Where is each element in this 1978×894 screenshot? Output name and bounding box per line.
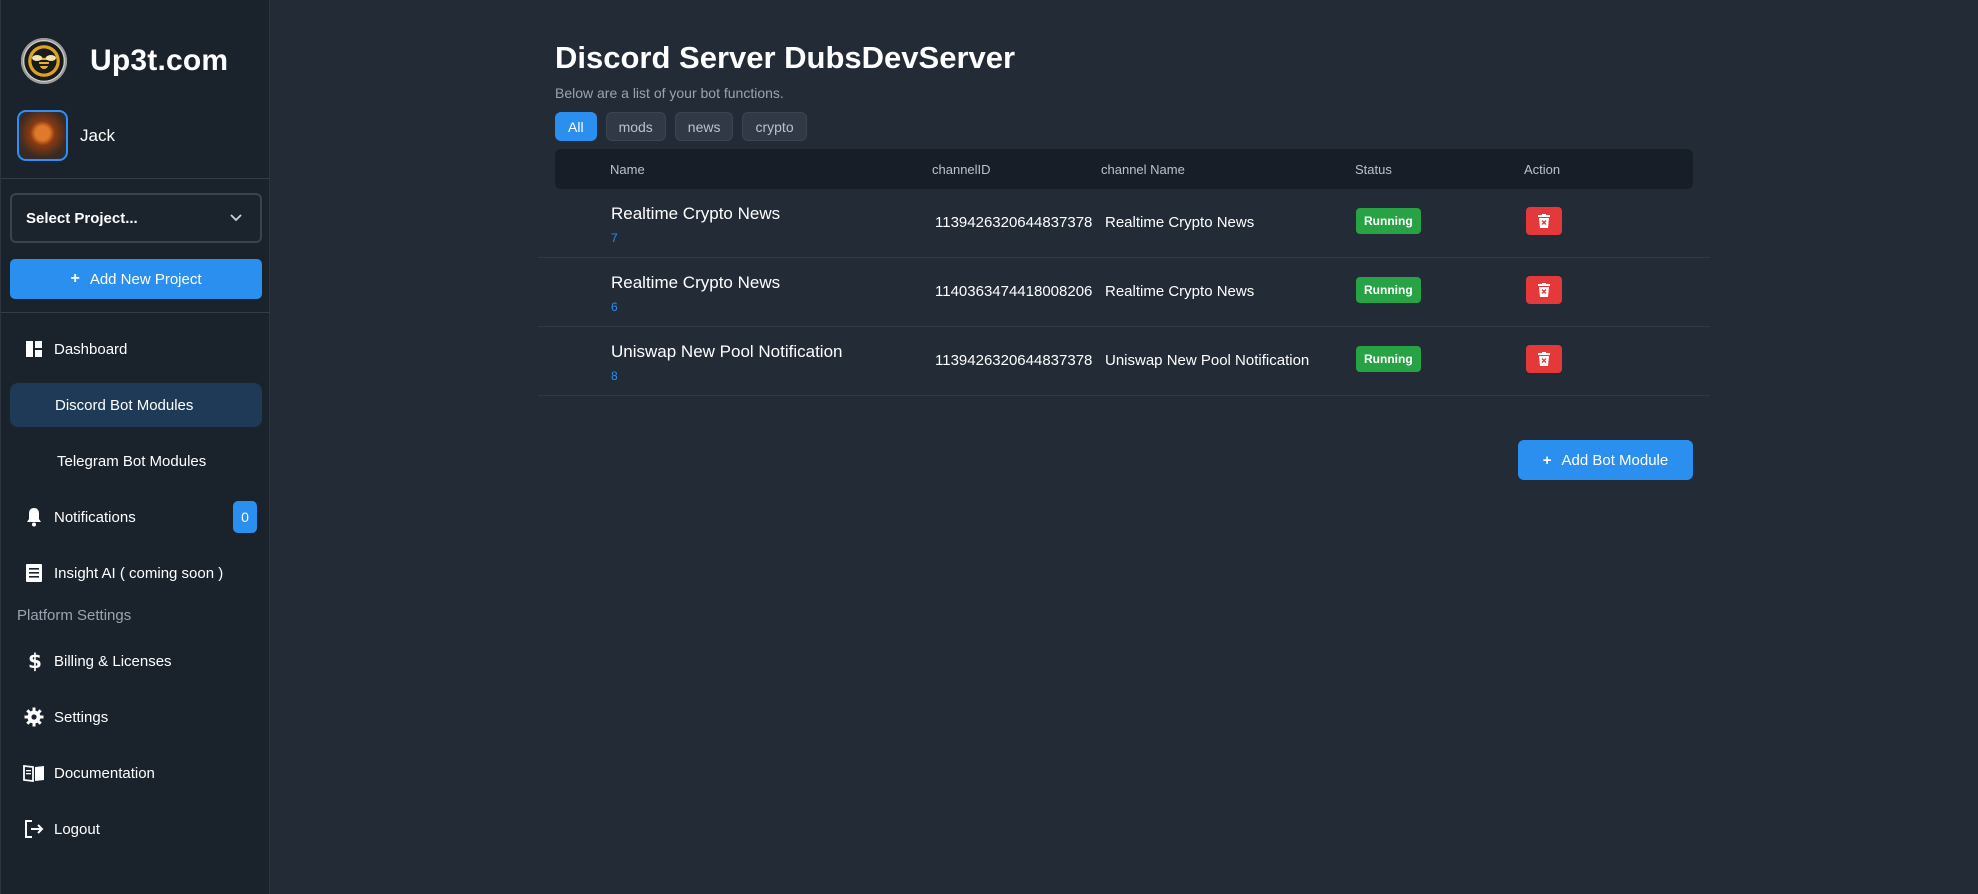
project-select[interactable]: Select Project... (10, 193, 262, 243)
add-new-project-button[interactable]: + Add New Project (10, 259, 262, 299)
delete-button[interactable] (1526, 276, 1562, 304)
sidebar-item-documentation[interactable]: Documentation (10, 751, 262, 795)
sidebar-item-label: Logout (54, 820, 100, 838)
sidebar-item-discord-bot-modules[interactable]: Discord Bot Modules (10, 383, 262, 427)
column-header-status: Status (1355, 162, 1392, 177)
channel-name: Uniswap New Pool Notification (1105, 352, 1310, 369)
divider (1, 312, 270, 313)
filter-crypto[interactable]: crypto (742, 112, 807, 141)
filter-all[interactable]: All (555, 112, 597, 141)
status-badge: Running (1356, 277, 1421, 303)
sidebar-item-label: Telegram Bot Modules (57, 452, 207, 470)
column-header-channel-id: channelID (932, 162, 991, 177)
sidebar-item-label: Billing & Licenses (54, 652, 172, 670)
trash-icon (1538, 214, 1550, 228)
module-name: Uniswap New Pool Notification (611, 342, 843, 361)
dollar-icon: $ (22, 650, 46, 672)
add-bot-module-button[interactable]: + Add Bot Module (1518, 440, 1693, 480)
table-header: Name channelID channel Name Status Actio… (555, 149, 1693, 189)
trash-icon (1538, 352, 1550, 366)
brand[interactable]: Up3t.com (21, 38, 228, 84)
sidebar-item-label: Dashboard (54, 340, 128, 358)
table-row[interactable]: Uniswap New Pool Notification 8 11394263… (538, 327, 1710, 396)
divider (1, 178, 270, 179)
add-bot-module-label: Add Bot Module (1561, 451, 1669, 469)
sidebar-item-label: Settings (54, 708, 109, 726)
sidebar-item-label: Insight AI ( coming soon ) (54, 564, 224, 582)
trash-icon (1538, 283, 1550, 297)
plus-icon: + (70, 270, 80, 287)
page-subtitle: Below are a list of your bot functions. (555, 85, 784, 101)
table-row[interactable]: Realtime Crypto News 7 11394263206448373… (538, 189, 1710, 258)
plus-icon: + (1542, 451, 1552, 469)
filter-news[interactable]: news (674, 112, 734, 141)
brand-name: Up3t.com (90, 44, 229, 77)
delete-button[interactable] (1526, 345, 1562, 373)
module-id: 8 (611, 369, 618, 383)
delete-button[interactable] (1526, 207, 1562, 235)
document-list-icon (22, 563, 46, 583)
user-profile[interactable]: Jack (17, 110, 115, 161)
column-header-channel-name: channel Name (1101, 162, 1185, 177)
gear-icon (22, 707, 46, 727)
dashboard-icon (22, 340, 46, 358)
channel-id: 1139426320644837378 (935, 352, 1093, 369)
table-row[interactable]: Realtime Crypto News 6 11403634744180082… (538, 258, 1710, 327)
sidebar-item-label: Documentation (54, 764, 155, 782)
sidebar-item-settings[interactable]: Settings (10, 695, 262, 739)
user-name: Jack (80, 125, 115, 145)
svg-text:$: $ (28, 650, 41, 672)
bee-logo-icon (21, 38, 67, 84)
chevron-down-icon (230, 211, 242, 225)
platform-settings-heading: Platform Settings (17, 607, 132, 624)
avatar[interactable] (17, 110, 68, 161)
book-icon (22, 764, 46, 782)
status-badge: Running (1356, 346, 1421, 372)
sidebar-item-dashboard[interactable]: Dashboard (10, 327, 262, 371)
module-id: 7 (611, 231, 618, 245)
module-name: Realtime Crypto News (611, 204, 781, 223)
module-name: Realtime Crypto News (611, 273, 781, 292)
sidebar: Up3t.com Jack Select Project... + Add Ne… (0, 0, 270, 894)
channel-name: Realtime Crypto News (1105, 283, 1255, 300)
sidebar-item-billing[interactable]: $ Billing & Licenses (10, 639, 262, 683)
sidebar-item-notifications[interactable]: Notifications 0 (10, 495, 262, 539)
sidebar-item-label: Discord Bot Modules (55, 396, 194, 414)
filter-mods[interactable]: mods (605, 112, 666, 141)
channel-id: 1140363474418008206 (935, 283, 1093, 300)
sidebar-item-label: Notifications (54, 508, 136, 526)
add-new-project-label: Add New Project (89, 270, 202, 288)
channel-name: Realtime Crypto News (1105, 214, 1255, 231)
sidebar-item-telegram-bot-modules[interactable]: Telegram Bot Modules (10, 439, 262, 483)
notification-count-badge: 0 (233, 501, 257, 533)
page-title: Discord Server DubsDevServer (555, 40, 1016, 75)
module-id: 6 (611, 300, 618, 314)
bell-icon (22, 507, 46, 527)
column-header-name: Name (610, 162, 645, 177)
status-badge: Running (1356, 208, 1421, 234)
channel-id: 1139426320644837378 (935, 214, 1093, 231)
logout-icon (22, 819, 46, 839)
column-header-action: Action (1524, 162, 1561, 177)
project-select-label: Select Project... (26, 209, 138, 227)
sidebar-item-insight-ai[interactable]: Insight AI ( coming soon ) (10, 551, 262, 595)
filter-tabs: All mods news crypto (555, 112, 807, 141)
sidebar-item-logout[interactable]: Logout (10, 807, 262, 851)
